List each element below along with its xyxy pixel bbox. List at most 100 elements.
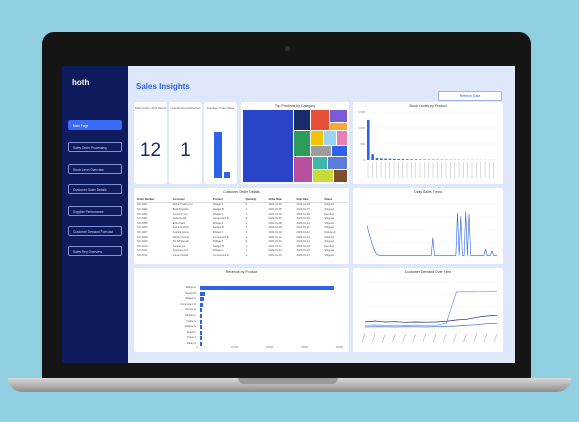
sidebar-item-sales-rep-overview[interactable]: Sales Rep Overview — [68, 246, 122, 256]
bar[interactable] — [375, 158, 379, 160]
treemap-cell[interactable] — [313, 157, 327, 169]
treemap-cell[interactable] — [243, 110, 293, 182]
bar[interactable] — [406, 159, 409, 160]
series-line[interactable] — [364, 291, 497, 326]
x-tick-label: 0 — [196, 346, 198, 349]
table-cell: 2024-01-15 — [268, 253, 282, 257]
treemap-cell[interactable] — [311, 146, 331, 156]
bar[interactable] — [419, 159, 422, 160]
x-tick-mark — [402, 333, 406, 343]
x-tick-mark — [412, 333, 417, 343]
table-cell: SO-1012 — [137, 253, 148, 257]
x-tick-mark — [493, 333, 498, 343]
category-label: Switch I — [186, 330, 196, 334]
treemap-cell[interactable] — [294, 157, 312, 182]
x-tick-mark — [392, 333, 396, 343]
sidebar-item-sales-order-processing[interactable]: Sales Order Processing — [68, 142, 122, 152]
app-logo: hoth — [72, 78, 90, 87]
category-label: Component D — [179, 302, 196, 306]
bar[interactable] — [200, 336, 202, 341]
bar[interactable] — [393, 158, 396, 160]
bar[interactable] — [401, 159, 405, 160]
kpi-label: Average Order Value — [206, 106, 235, 110]
treemap-cell[interactable] — [337, 131, 347, 145]
category-label: Panel J — [187, 336, 196, 340]
x-tick-label: 10000 — [231, 346, 239, 349]
dashboard-screen: hoth Main Page Sales Order Processing St… — [62, 66, 515, 363]
kpi-mini-bar — [214, 132, 222, 178]
treemap-cell[interactable] — [332, 146, 347, 156]
panel-title: Customer Order Details — [223, 190, 260, 194]
page-title: Sales Insights — [136, 82, 190, 91]
bar[interactable] — [200, 297, 204, 302]
bar[interactable] — [388, 158, 392, 160]
treemap-cell[interactable] — [294, 131, 310, 156]
panel-title: Top Products by Category — [274, 104, 316, 108]
x-tick-mark — [371, 333, 376, 343]
series-line[interactable] — [366, 211, 497, 256]
treemap-cell[interactable] — [330, 123, 347, 130]
y-tick-label: 500 — [360, 142, 365, 146]
sidebar: hoth Main Page Sales Order Processing St… — [62, 66, 128, 363]
bar[interactable] — [200, 325, 202, 330]
x-tick-label: 40000 — [336, 346, 344, 349]
order-table-panel: Customer Order Details Order Number Custo… — [134, 188, 349, 264]
table-cell: Lumen Retail — [172, 253, 188, 257]
table-cell: 2024-01-17 — [296, 253, 310, 257]
bar[interactable] — [397, 159, 400, 160]
treemap-cell[interactable] — [334, 170, 347, 182]
category-label: Gadget B — [185, 291, 196, 295]
bar[interactable] — [200, 342, 202, 346]
table-cell: 2 — [245, 253, 248, 257]
series-line[interactable] — [364, 314, 498, 323]
kpi-mini-bar — [224, 172, 230, 178]
daily-sales-chart — [366, 203, 497, 257]
x-tick-mark — [422, 333, 427, 343]
category-label: Widget C — [185, 297, 196, 301]
treemap-cell[interactable] — [311, 131, 323, 145]
bar[interactable] — [371, 154, 374, 160]
bar[interactable] — [200, 314, 202, 318]
bar[interactable] — [200, 319, 202, 324]
sidebar-item-customer-demand-forecast[interactable]: Customer Demand Forecast — [68, 226, 122, 236]
treemap-cell[interactable] — [324, 131, 336, 145]
treemap-cell[interactable] — [313, 170, 333, 182]
daily-sales-panel: Daily Sales Trend — [353, 188, 503, 264]
x-tick-mark — [361, 333, 366, 343]
treemap-cell[interactable] — [294, 110, 310, 130]
x-tick-mark — [432, 333, 437, 343]
x-tick-mark — [473, 333, 477, 343]
sidebar-item-customer-order-details[interactable]: Customer Order Details — [68, 184, 122, 194]
bar[interactable] — [410, 159, 413, 160]
table-row[interactable]: SO-1012 Lumen Retail Component D 2 2024-01-1… — [136, 253, 347, 258]
bar[interactable] — [384, 158, 387, 160]
sidebar-item-main-page[interactable]: Main Page — [68, 120, 122, 130]
category-label: Widget A — [185, 286, 196, 289]
webcam — [285, 46, 290, 51]
bar[interactable] — [367, 120, 370, 160]
treemap-cell[interactable] — [328, 157, 347, 169]
bar[interactable] — [414, 159, 418, 160]
kpi-card-total-orders: Total Orders This Month 12 — [134, 102, 167, 184]
x-tick-mark — [483, 333, 488, 343]
demand-panel: Customer Demand Over Time — [353, 268, 503, 352]
kpi-card-outstanding: Outstanding Deliveries 1 — [169, 102, 202, 184]
sidebar-item-supplier-performance[interactable]: Supplier Performance — [68, 206, 122, 216]
bar[interactable] — [380, 158, 383, 160]
stock-bar-chart: 1500 1000 500 0 — [359, 110, 497, 178]
bar[interactable] — [200, 302, 203, 307]
treemap-cell[interactable] — [311, 110, 329, 130]
category-label: Adapter H — [184, 325, 196, 329]
bar[interactable] — [200, 286, 334, 290]
refresh-data-button[interactable]: Refresh Data — [438, 91, 502, 101]
revenue-chart: Widget A Gadget B Widget C Component D Senso… — [134, 268, 349, 352]
sidebar-item-stock-level-overview[interactable]: Stock Level Overview — [68, 164, 122, 174]
bar[interactable] — [200, 330, 202, 335]
x-tick-label: 30000 — [301, 346, 309, 349]
treemap-cell[interactable] — [330, 110, 347, 122]
x-tick-label: 20000 — [266, 346, 274, 349]
y-tick-label: 0 — [363, 158, 365, 162]
bar[interactable] — [423, 159, 426, 160]
bar[interactable] — [200, 308, 203, 313]
bar[interactable] — [200, 291, 205, 296]
